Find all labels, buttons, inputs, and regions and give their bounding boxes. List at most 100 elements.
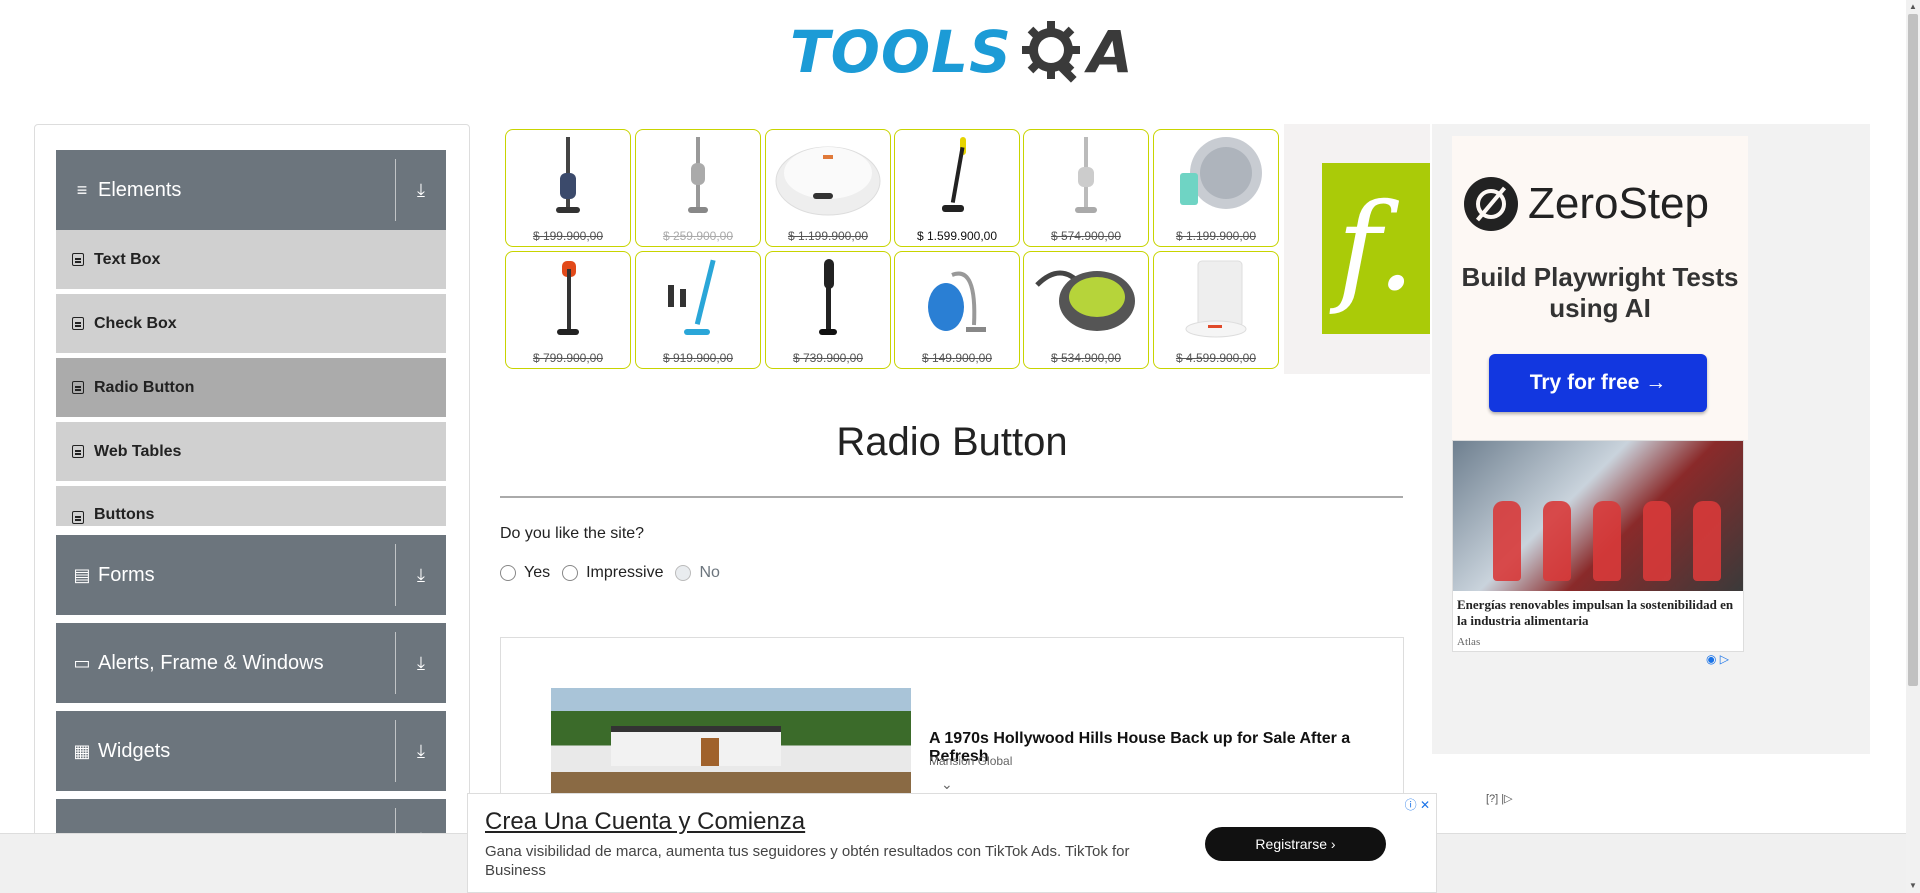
product-card[interactable]: $ 799.900,00 xyxy=(505,251,631,369)
stick-vacuum-icon xyxy=(636,252,760,344)
title-divider xyxy=(500,496,1403,498)
stick-vacuum-icon xyxy=(506,252,630,344)
radio-label[interactable]: Impressive xyxy=(586,564,663,582)
product-price: $ 919.900,00 xyxy=(662,351,734,365)
stick-vacuum-icon xyxy=(506,130,630,222)
try-for-free-button[interactable]: Try for free → xyxy=(1489,354,1707,412)
product-card[interactable]: $ 574.900,00 xyxy=(1023,129,1149,247)
scroll-down-arrow-icon[interactable]: ▼ xyxy=(1906,879,1920,893)
menu-item-label: Buttons xyxy=(94,506,155,523)
menu-lines-icon: ≡ xyxy=(76,179,88,200)
scroll-up-arrow-icon[interactable]: ▲ xyxy=(1906,0,1920,14)
radio-group: Yes Impressive No xyxy=(500,564,732,582)
ad-info-link[interactable]: [?] |▷ xyxy=(1486,792,1513,805)
sidebar-group-elements[interactable]: ≡ Elements ⤓ xyxy=(56,150,446,230)
radio-circle[interactable] xyxy=(500,565,516,581)
adchoices-icon[interactable]: ◉ ▷ xyxy=(1706,652,1729,666)
left-sidebar: ≡ Elements ⤓ Text Box Check Box Radio Bu… xyxy=(34,124,470,893)
menu-item-text-box[interactable]: Text Box xyxy=(56,230,446,291)
divider xyxy=(395,720,396,782)
bottom-ad[interactable]: Crea Una Cuenta y Comienza Gana visibili… xyxy=(467,793,1437,893)
product-price: $ 739.900,00 xyxy=(792,351,864,365)
radio-yes[interactable]: Yes xyxy=(500,564,550,582)
news-title[interactable]: Energías renovables impulsan la sostenib… xyxy=(1457,597,1741,629)
bottles-image xyxy=(1453,441,1743,591)
house-body xyxy=(611,726,781,766)
radio-circle[interactable] xyxy=(562,565,579,581)
ad-source: Mansion Global xyxy=(929,754,1013,768)
robot-vacuum-icon xyxy=(1154,130,1278,222)
menu-item-radio-button[interactable]: Radio Button xyxy=(56,358,446,419)
brand-logo[interactable]: f. xyxy=(1322,163,1430,334)
divider xyxy=(395,544,396,606)
menu-item-check-box[interactable]: Check Box xyxy=(56,294,446,355)
menu-item-label: Text Box xyxy=(94,250,161,268)
product-card[interactable]: $ 4.599.900,00 xyxy=(1153,251,1279,369)
product-price: $ 199.900,00 xyxy=(532,229,604,243)
product-price: $ 799.900,00 xyxy=(532,351,604,365)
register-button[interactable]: Registrarse › xyxy=(1205,827,1386,861)
ad-info-close-icon[interactable]: ⓘ ✕ xyxy=(1405,796,1430,813)
robot-vacuum-icon xyxy=(766,130,890,222)
bottom-ad-headline[interactable]: Crea Una Cuenta y Comienza xyxy=(485,808,805,836)
product-price: $ 149.900,00 xyxy=(921,351,993,365)
product-ad-grid: $ 199.900,00 $ 259.900,00 $ 1.199.900,00… xyxy=(502,126,1282,374)
toolsqa-logo[interactable]: TOOLS A xyxy=(790,14,1133,90)
bottle-shape xyxy=(1643,501,1671,581)
product-card[interactable]: $ 199.900,00 xyxy=(505,129,631,247)
chevron-down-icon[interactable]: ⌄ xyxy=(941,776,953,793)
product-card[interactable]: $ 919.900,00 xyxy=(635,251,761,369)
download-arrow-icon: ⤓ xyxy=(417,652,425,673)
scroll-thumb[interactable] xyxy=(1908,14,1918,686)
product-card[interactable]: $ 1.199.900,00 xyxy=(765,129,891,247)
question-text: Do you like the site? xyxy=(500,525,645,542)
stick-vacuum-icon xyxy=(766,252,890,344)
vertical-scrollbar[interactable]: ▲ ▼ xyxy=(1906,0,1920,893)
product-card[interactable]: $ 739.900,00 xyxy=(765,251,891,369)
product-price: $ 1.199.900,00 xyxy=(787,229,869,243)
download-arrow-icon: ⤓ xyxy=(417,179,425,200)
product-price: $ 259.900,00 xyxy=(662,229,734,243)
product-price: $ 534.900,00 xyxy=(1050,351,1122,365)
product-card[interactable]: $ 1.199.900,00 xyxy=(1153,129,1279,247)
radio-no: No xyxy=(675,564,720,582)
sidebar-group-forms[interactable]: ▤ Forms ⤓ xyxy=(56,535,446,615)
radio-label[interactable]: Yes xyxy=(524,564,550,582)
zerostep-tagline: Build Playwright Tests using AI xyxy=(1461,262,1739,323)
radio-impressive[interactable]: Impressive xyxy=(562,564,663,582)
zerostep-mark-icon xyxy=(1464,177,1518,231)
menu-item-label: Check Box xyxy=(94,314,177,332)
sidebar-group-widgets[interactable]: ▦ Widgets ⤓ xyxy=(56,711,446,791)
window-icon: ▭ xyxy=(73,652,91,673)
product-card[interactable]: $ 534.900,00 xyxy=(1023,251,1149,369)
product-card[interactable]: $ 1.599.900,00 xyxy=(894,129,1020,247)
sidebar-group-alerts[interactable]: ▭ Alerts, Frame & Windows ⤓ xyxy=(56,623,446,703)
logo-text-tools: TOOLS xyxy=(790,18,1012,86)
house-door xyxy=(701,738,719,766)
group-label: Elements xyxy=(98,178,182,201)
zerostep-brand: ZeroStep xyxy=(1528,179,1709,228)
bottom-ad-description: Gana visibilidad de marca, aumenta tus s… xyxy=(485,843,1130,879)
product-price: $ 1.199.900,00 xyxy=(1175,229,1257,243)
robot-vacuum-dock-icon xyxy=(1154,252,1278,344)
bottle-shape xyxy=(1493,501,1521,581)
zerostep-logo: ZeroStep xyxy=(1464,177,1709,231)
list-icon xyxy=(72,317,84,330)
menu-item-buttons[interactable]: Buttons xyxy=(56,486,446,528)
group-label: Widgets xyxy=(98,739,171,762)
product-price: $ 1.599.900,00 xyxy=(916,229,998,243)
bottle-shape xyxy=(1693,501,1721,581)
logo-text-a: A xyxy=(1087,18,1133,86)
product-card[interactable]: $ 259.900,00 xyxy=(635,129,761,247)
page: TOOLS A ≡ Elements ⤓ Text Box Check Box … xyxy=(0,0,1920,893)
menu-item-web-tables[interactable]: Web Tables xyxy=(56,422,446,483)
news-source: Atlas xyxy=(1457,636,1481,648)
list-icon xyxy=(72,253,84,266)
news-ad-card[interactable]: Energías renovables impulsan la sostenib… xyxy=(1452,440,1744,652)
group-label: Alerts, Frame & Windows xyxy=(98,651,324,674)
gear-magnifier-icon xyxy=(1021,21,1080,83)
form-icon: ▤ xyxy=(73,564,91,585)
bottle-shape xyxy=(1593,501,1621,581)
product-card[interactable]: $ 149.900,00 xyxy=(894,251,1020,369)
list-icon xyxy=(72,381,84,394)
